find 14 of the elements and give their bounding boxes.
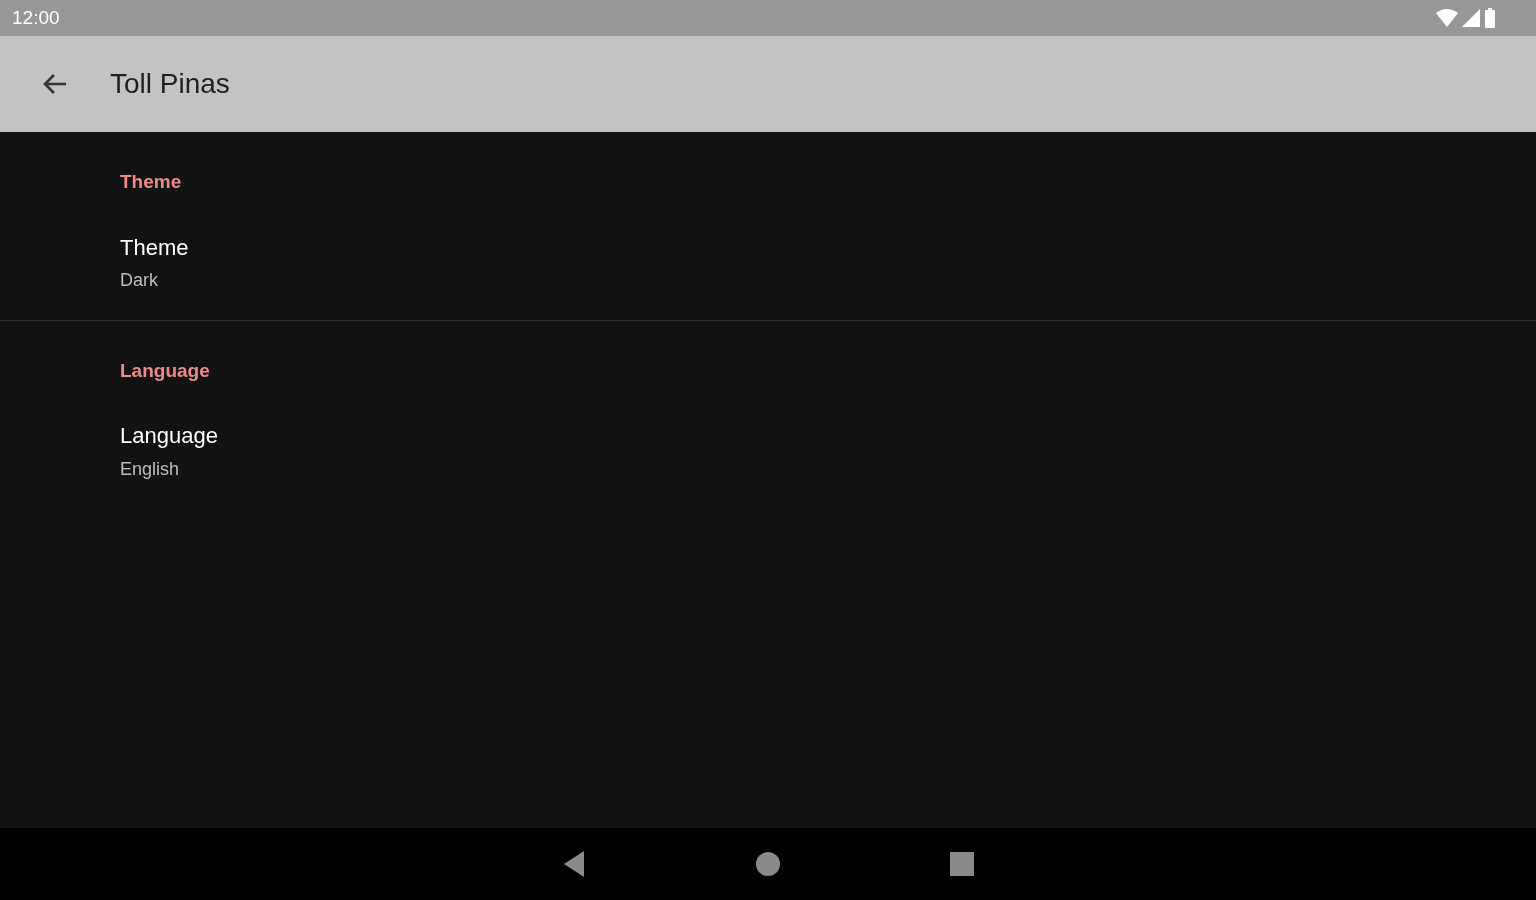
signal-icon [1462,9,1480,27]
preference-summary: English [120,457,181,481]
back-nav-icon[interactable] [562,851,586,877]
preference-title[interactable]: Theme [120,234,1536,261]
back-icon[interactable] [42,72,68,96]
wifi-icon [1436,9,1458,27]
battery-icon [1484,8,1496,28]
status-time: 12:00 [12,5,60,30]
preference-summary: Dark [120,268,159,292]
home-nav-icon[interactable] [756,852,780,876]
app-title: Toll Pinas [110,67,230,101]
preference-title[interactable]: Language [120,423,1536,450]
section-header: Language [120,358,211,383]
section-header: Theme [120,170,183,194]
